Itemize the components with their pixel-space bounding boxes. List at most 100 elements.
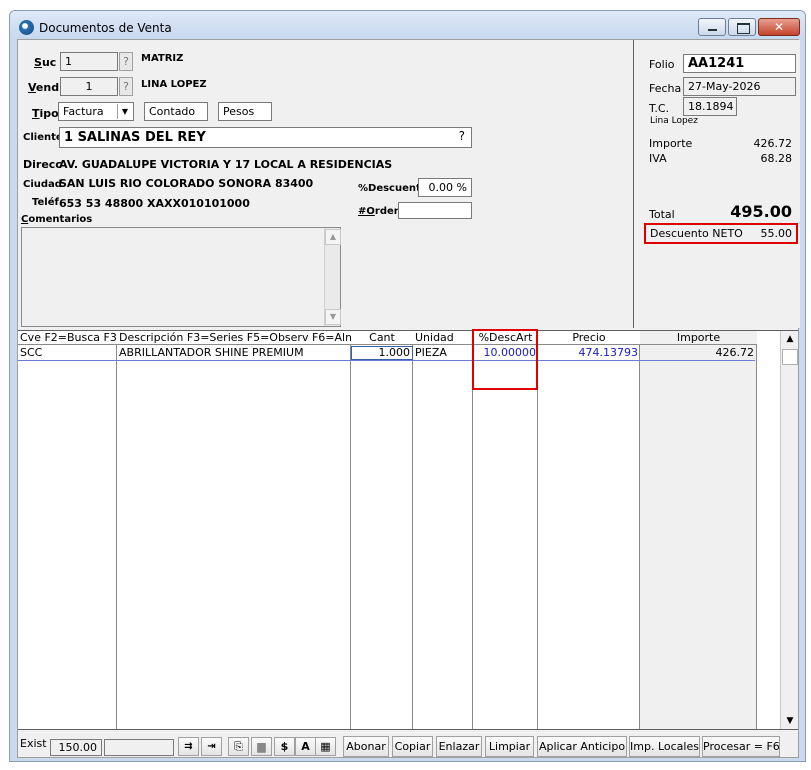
header-descripcion[interactable]: Descripción F3=Series F5=Observ F6=Almac… (117, 331, 351, 345)
imp-locales-label: Imp. Locales (630, 740, 699, 753)
scroll-thumb[interactable] (782, 349, 798, 365)
title-bar: Documentos de Venta ✕ (10, 11, 805, 39)
client-area: Suc 1 ? MATRIZ Vend 1 ? LINA LOPEZ Tipo … (17, 39, 800, 758)
header-importe[interactable]: Importe (640, 331, 757, 345)
cliente-value: 1 SALINAS DEL REY (64, 130, 206, 145)
col-cve (18, 331, 117, 729)
header-cve[interactable]: Cve F2=Busca F3=S (18, 331, 117, 345)
cell-unidad[interactable]: PIEZA (415, 346, 471, 360)
app-icon (19, 20, 34, 35)
folder-icon[interactable]: ▆ (251, 737, 272, 756)
descuento-field[interactable]: 0.00 % (418, 178, 472, 197)
folio-field[interactable]: AA1241 (683, 54, 796, 73)
dollar-icon[interactable]: $ (274, 737, 295, 756)
condicion-field[interactable]: Contado (144, 102, 208, 121)
limpiar-button[interactable]: Limpiar (485, 736, 534, 757)
exist-extra-field (104, 739, 174, 756)
fecha-label: Fecha (649, 82, 682, 95)
grid-scrollbar[interactable]: ▲ ▼ (780, 331, 798, 729)
vend-label: Vend (28, 81, 60, 94)
calculator-icon[interactable]: ▦ (315, 737, 336, 756)
suc-search-button[interactable]: ? (119, 52, 133, 71)
user-name: Lina Lopez (650, 116, 698, 126)
tc-label: T.C. (649, 102, 670, 115)
orden-label: #Orden (358, 206, 401, 217)
importe-value: 426.72 (753, 137, 793, 150)
telef-label: Teléf (32, 197, 59, 208)
moneda-field[interactable]: Pesos (218, 102, 272, 121)
vend-field[interactable]: 1 (60, 77, 118, 96)
exist-field: 150.00 (50, 739, 102, 756)
col-unidad (413, 331, 473, 729)
aplicar-anticipo-button[interactable]: Aplicar Anticipo (537, 736, 627, 757)
suc-label: Suc (34, 56, 57, 69)
cliente-label: Cliente (23, 132, 63, 143)
close-button[interactable]: ✕ (758, 18, 800, 36)
limpiar-label: Limpiar (488, 740, 531, 753)
tipo-select[interactable]: Factura ▼ (58, 102, 134, 121)
desc-column-highlight (472, 329, 538, 390)
imp-locales-button[interactable]: Imp. Locales (629, 736, 700, 757)
descuento-neto-highlight: Descuento NETO 55.00 (644, 223, 798, 244)
descuento-label: %Descuent (358, 183, 421, 194)
tipo-value: Factura (63, 105, 104, 118)
col-precio (538, 331, 640, 729)
bottom-toolbar: Exist 150.00 ⇉ ⇥ ⎘ ▆ $ A ▦ Abonar Copiar… (18, 732, 798, 758)
paste-icon[interactable]: ⎘ (228, 737, 249, 756)
tipo-label: Tipo (32, 107, 59, 120)
ciudad-value: SAN LUIS RIO COLORADO SONORA 83400 (59, 177, 314, 190)
comentarios-textarea[interactable]: ▲ ▼ (21, 227, 341, 327)
cliente-search-button[interactable]: ? (459, 129, 465, 143)
header-unidad[interactable]: Unidad (413, 331, 473, 345)
minimize-button[interactable] (698, 18, 726, 36)
col-importe (640, 331, 757, 729)
procesar-button[interactable]: Procesar = F6 (702, 736, 780, 757)
direcc-label: Direcc (23, 158, 62, 171)
tc-field[interactable]: 18.1894 (683, 97, 737, 116)
abonar-button[interactable]: Abonar (343, 736, 389, 757)
maximize-icon (729, 19, 755, 35)
window-title: Documentos de Venta (39, 21, 172, 35)
close-icon: ✕ (773, 20, 785, 34)
fecha-field[interactable]: 27-May-2026 (683, 77, 796, 96)
cell-cant[interactable]: 1.000 (351, 346, 413, 360)
insert-row-icon[interactable]: ⇉ (178, 737, 199, 756)
col-cant (351, 331, 413, 729)
cliente-field[interactable]: 1 SALINAS DEL REY ? (59, 127, 472, 148)
procesar-label: Procesar = F6 (703, 740, 780, 753)
row-separator (18, 360, 755, 361)
copiar-button[interactable]: Copiar (392, 736, 433, 757)
comentarios-scrollbar[interactable]: ▲ ▼ (324, 228, 341, 326)
header-cant[interactable]: Cant (351, 331, 413, 345)
enlazar-button[interactable]: Enlazar (436, 736, 482, 757)
cell-importe: 426.72 (715, 346, 755, 359)
scroll-up-icon[interactable]: ▲ (782, 331, 798, 347)
orden-field[interactable] (398, 202, 472, 219)
cell-precio[interactable]: 474.13793 (538, 346, 639, 360)
cell-cve[interactable]: SCC (20, 346, 116, 360)
header-precio[interactable]: Precio (538, 331, 640, 345)
text-icon[interactable]: A (295, 737, 316, 756)
descuento-neto-label: Descuento NETO (650, 227, 743, 240)
scroll-down-icon[interactable]: ▼ (325, 309, 341, 325)
folio-label: Folio (649, 58, 675, 71)
col-descripcion (117, 331, 351, 729)
scroll-down-icon[interactable]: ▼ (782, 713, 798, 729)
cell-descripcion[interactable]: ABRILLANTADOR SHINE PREMIUM (119, 346, 349, 360)
col-desc (473, 331, 538, 729)
suc-field[interactable]: 1 (60, 52, 118, 71)
maximize-button[interactable] (728, 18, 756, 36)
vend-search-button[interactable]: ? (119, 77, 133, 96)
importe-label: Importe (649, 137, 693, 150)
append-row-icon[interactable]: ⇥ (201, 737, 222, 756)
items-grid[interactable]: Cve F2=Busca F3=S Descripción F3=Series … (18, 329, 798, 730)
scroll-up-icon[interactable]: ▲ (325, 229, 341, 245)
chevron-down-icon[interactable]: ▼ (117, 104, 132, 119)
comentarios-label: Comentarios (21, 214, 93, 225)
iva-label: IVA (649, 152, 667, 165)
suc-name: MATRIZ (141, 53, 184, 64)
descuento-neto-value: 55.00 (760, 227, 793, 240)
iva-value: 68.28 (760, 152, 793, 165)
total-value: 495.00 (730, 202, 792, 221)
vend-name: LINA LOPEZ (141, 79, 207, 90)
